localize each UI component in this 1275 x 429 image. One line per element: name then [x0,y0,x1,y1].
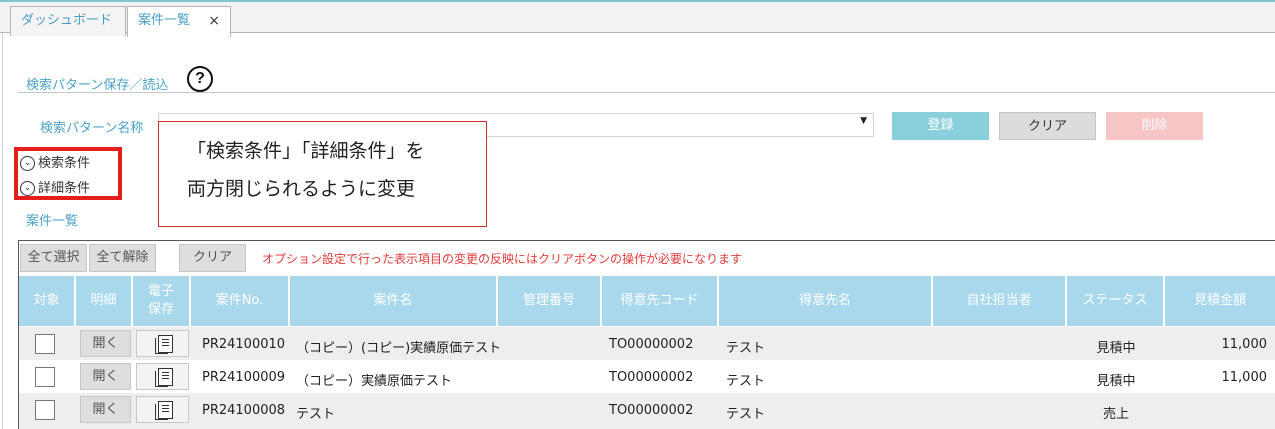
col-status-label: ステータス [1082,293,1148,308]
close-icon[interactable]: × [208,7,220,35]
electronic-save-button[interactable] [136,396,189,423]
col-detail: 明細 [76,276,133,326]
open-button[interactable]: 開く [80,330,131,357]
tab-case-list-label: 案件一覧 [138,13,191,28]
annotation-line-2: 両方閉じられるように変更 [187,178,416,200]
col-client-name[interactable]: 得意先名 [719,276,933,326]
clear-list-button[interactable]: クリア [179,244,246,272]
cell-client-code: TO00000002 [609,403,694,418]
electronic-save-button[interactable] [136,363,189,390]
col-staff-label: 自社担当者 [966,293,1032,308]
cell-case-no: PR24100009 [202,370,286,385]
search-pattern-name-label: 検索パターン名称 [40,121,144,136]
col-esave-label-1: 電子 [147,284,174,299]
case-list-title: 案件一覧 [26,214,79,229]
col-detail-label: 明細 [90,293,117,308]
cell-case-name: テスト [296,407,336,422]
cell-case-no: PR24100008 [202,403,286,418]
col-estimate[interactable]: 見積金額 [1165,276,1275,326]
cell-status: 見積中 [1096,374,1136,389]
cell-case-name: （コピー）実績原価テスト [296,374,453,389]
cell-status: 見積中 [1096,341,1136,356]
col-client-code[interactable]: 得意先コード [602,276,719,326]
col-status[interactable]: ステータス [1067,276,1165,326]
cell-estimate: 11,000 [1221,370,1268,385]
annotation-callout: 「検索条件」「詳細条件」を 両方閉じられるように変更 [158,121,487,227]
highlight-box [14,147,122,200]
cell-client-code: TO00000002 [609,337,694,352]
cell-client-name: テスト [726,374,766,389]
row-checkbox[interactable] [35,367,55,387]
electronic-save-button[interactable] [136,330,189,357]
col-mgmt-no-label: 管理番号 [522,293,575,308]
cell-case-name: （コピー）(コピー)実績原価テスト [296,341,502,356]
cell-case-no: PR24100010 [202,337,286,352]
col-estimate-label: 見積金額 [1193,293,1246,308]
document-icon [155,401,173,420]
cell-client-code: TO00000002 [609,370,694,385]
cell-estimate: 11,000 [1221,337,1268,352]
help-icon[interactable]: ? [187,66,213,92]
col-staff[interactable]: 自社担当者 [933,276,1067,326]
search-pattern-title: 検索パターン保存／読込 [26,78,169,93]
divider [18,92,1275,93]
open-button[interactable]: 開く [80,396,131,423]
delete-button[interactable]: 削除 [1106,112,1203,140]
option-notice: オプション設定で行った表示項目の変更の反映にはクリアボタンの操作が必要になります [262,252,743,266]
col-esave: 電子 保存 [133,276,191,326]
row-checkbox[interactable] [35,400,55,420]
register-button[interactable]: 登録 [892,112,989,140]
document-icon [155,335,173,354]
deselect-all-button[interactable]: 全て解除 [89,244,156,272]
cell-status: 売上 [1102,407,1129,422]
col-case-no[interactable]: 案件No. [191,276,290,326]
col-client-code-label: 得意先コード [620,293,699,308]
annotation-line-1: 「検索条件」「詳細条件」を [187,140,425,162]
col-target: 対象 [19,276,76,326]
tab-dashboard[interactable]: ダッシュボード [10,6,126,36]
col-case-no-label: 案件No. [215,293,264,308]
cell-client-name: テスト [726,407,766,422]
row-checkbox[interactable] [35,334,55,354]
clear-pattern-button[interactable]: クリア [999,112,1096,140]
cell-client-name: テスト [726,341,766,356]
col-mgmt-no[interactable]: 管理番号 [498,276,602,326]
open-button[interactable]: 開く [80,363,131,390]
select-all-button[interactable]: 全て選択 [20,244,87,272]
col-client-name-label: 得意先名 [798,293,851,308]
col-target-label: 対象 [33,293,60,308]
col-case-name-label: 案件名 [373,293,413,308]
tab-dashboard-label: ダッシュボード [21,13,113,28]
col-case-name[interactable]: 案件名 [290,276,498,326]
tab-bar: ダッシュボード 案件一覧 × [0,0,1275,37]
document-icon [155,368,173,387]
chevron-down-icon: ▼ [860,116,867,126]
col-esave-label-2: 保存 [147,302,174,317]
